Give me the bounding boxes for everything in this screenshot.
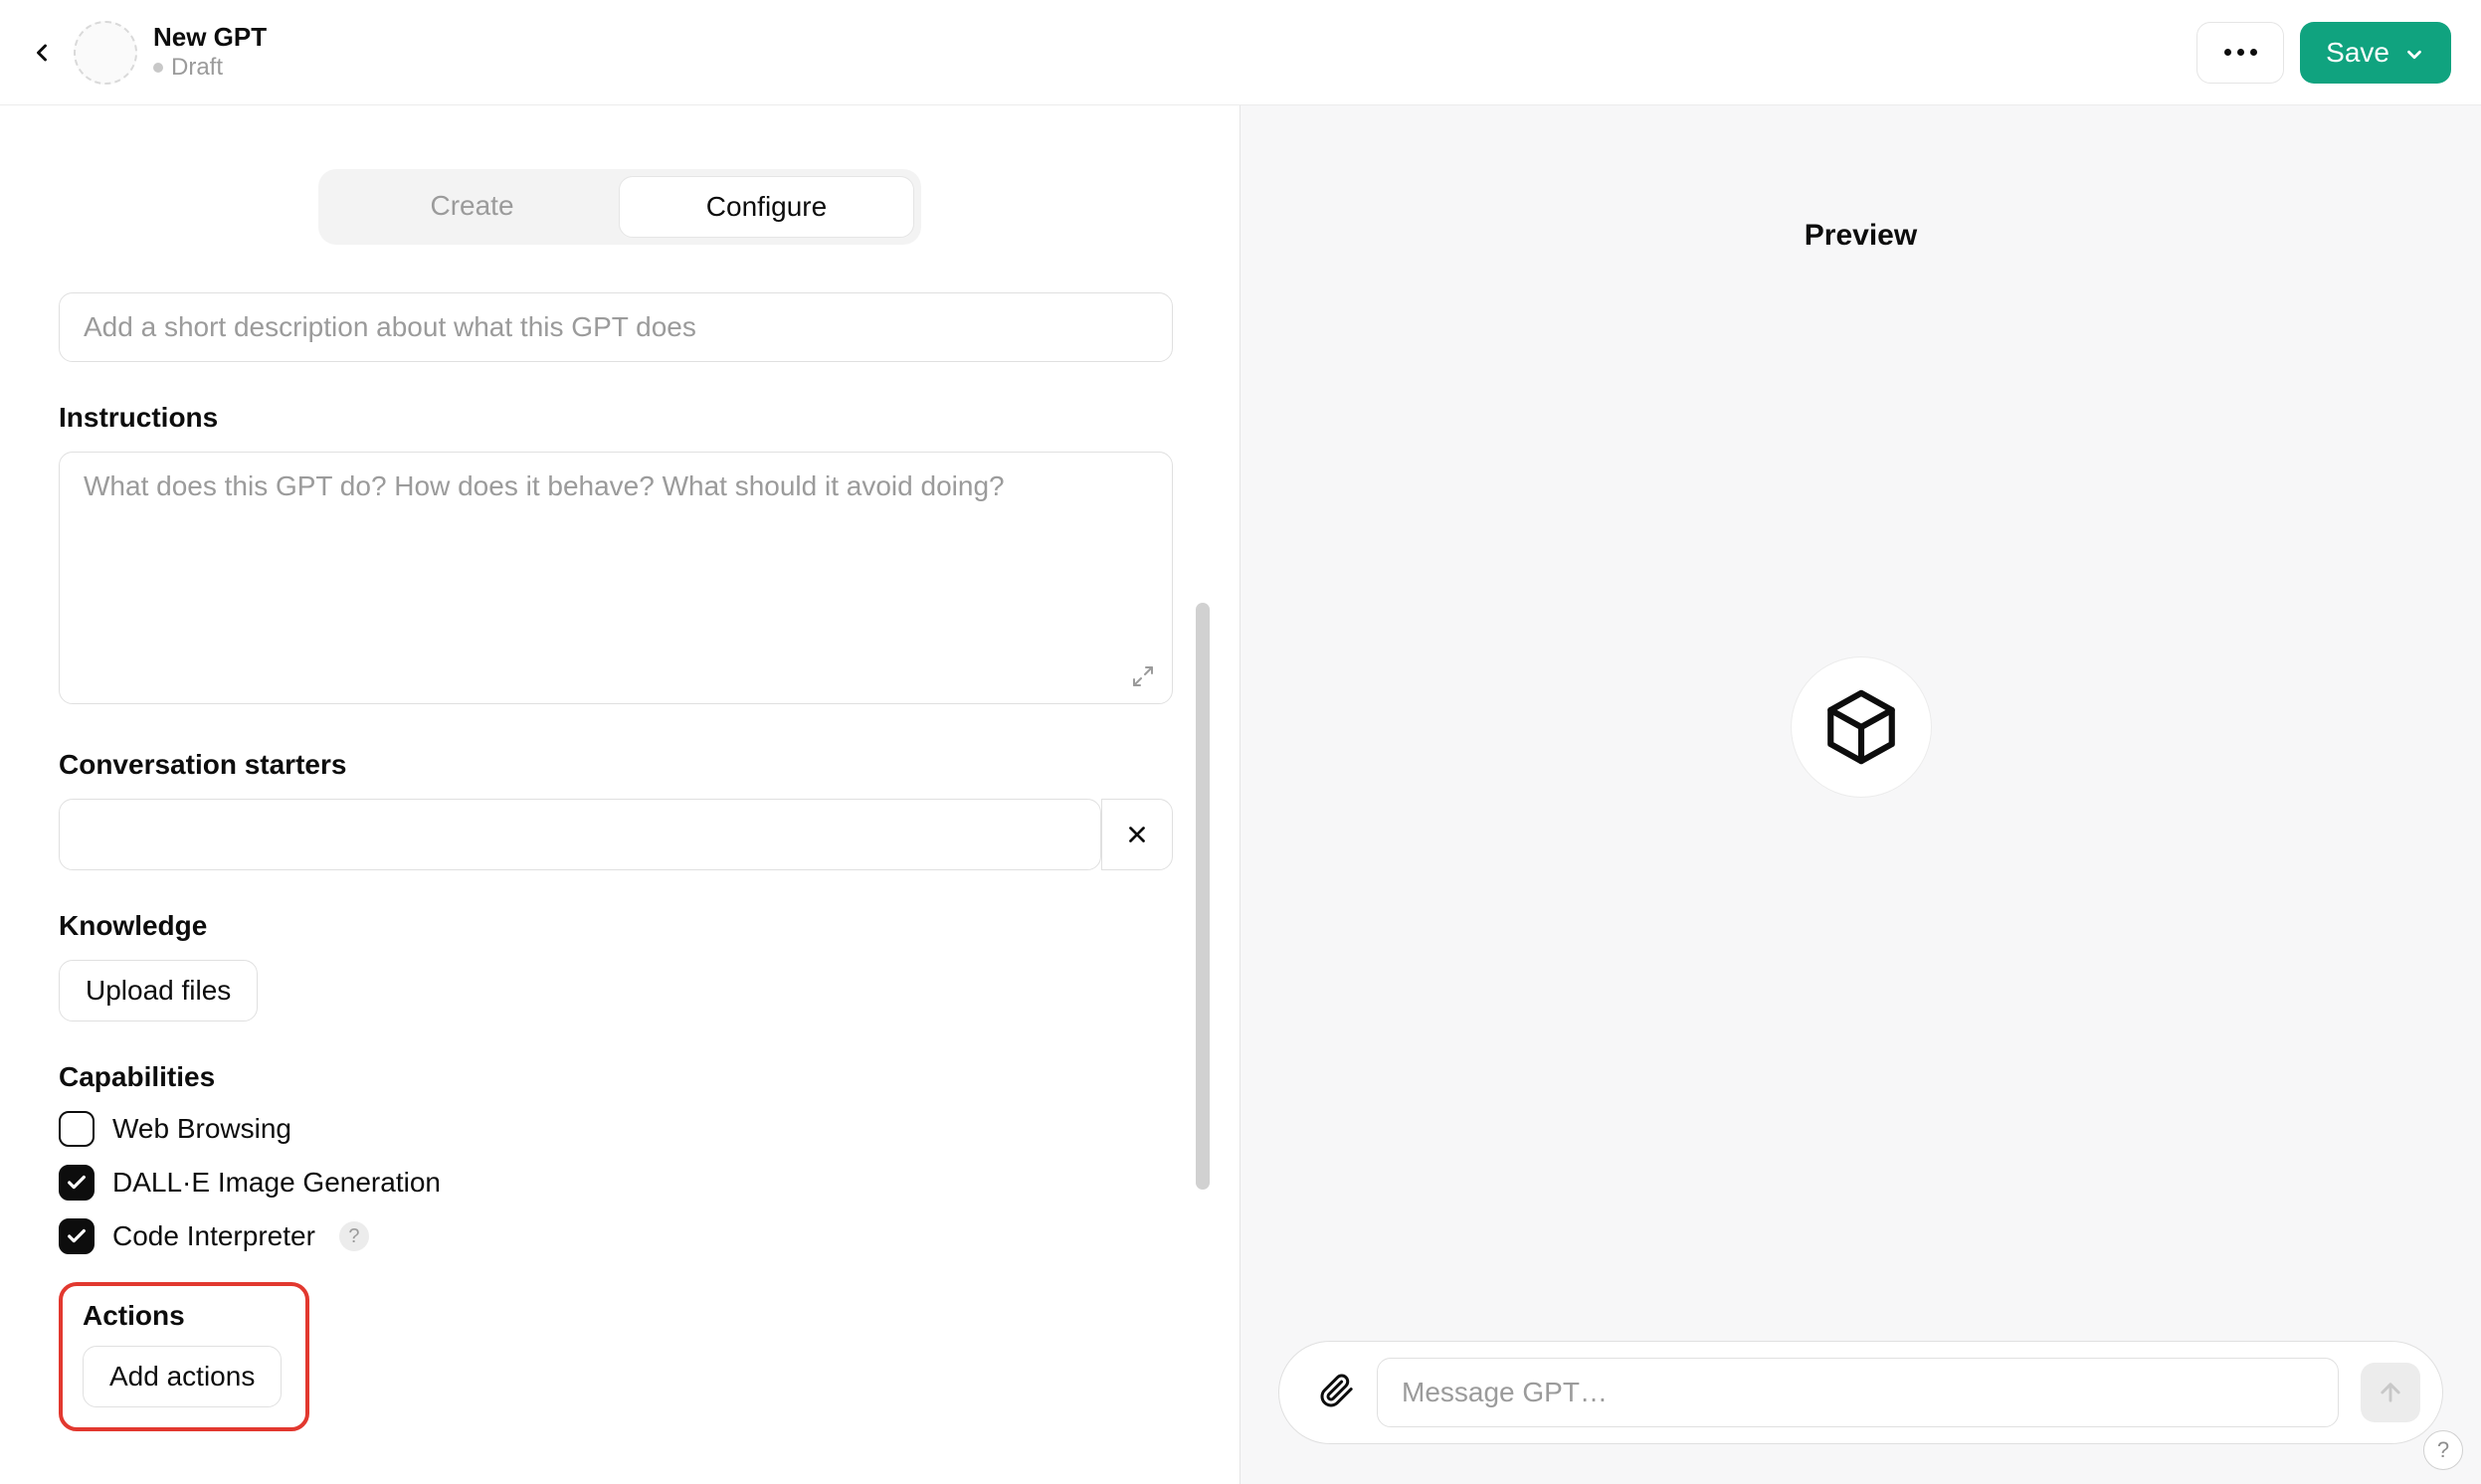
check-icon <box>66 1225 88 1247</box>
title-block: New GPT Draft <box>153 23 267 82</box>
preview-message-input[interactable] <box>1377 1358 2339 1427</box>
arrow-up-icon <box>2377 1379 2404 1406</box>
editor-header: New GPT Draft Save <box>0 0 2481 105</box>
conversation-starter-input[interactable] <box>59 799 1101 870</box>
capability-row-code-interpreter: Code Interpreter ? <box>59 1218 1173 1254</box>
description-input[interactable] <box>59 292 1173 362</box>
ellipsis-dot-icon <box>2224 49 2231 56</box>
capability-row-dalle: DALL·E Image Generation <box>59 1165 1173 1201</box>
tab-create[interactable]: Create <box>325 176 619 238</box>
configure-form: Instructions Conversation starters Knowl… <box>59 292 1181 1438</box>
gpt-default-avatar <box>1792 657 1931 797</box>
conversation-starter-row <box>59 799 1173 870</box>
preview-pane: Preview ? <box>1240 105 2481 1484</box>
expand-icon[interactable] <box>1131 664 1155 693</box>
attachment-icon[interactable] <box>1319 1373 1355 1413</box>
check-icon <box>66 1172 88 1194</box>
gpt-avatar-placeholder[interactable] <box>74 21 137 85</box>
ellipsis-dot-icon <box>2250 49 2257 56</box>
save-button[interactable]: Save <box>2300 22 2451 84</box>
editor-tabs: Create Configure <box>318 169 921 245</box>
gpt-status-row: Draft <box>153 54 267 82</box>
gpt-status-label: Draft <box>171 54 223 82</box>
capability-checkbox-web-browsing[interactable] <box>59 1111 95 1147</box>
instructions-textarea[interactable] <box>59 452 1173 704</box>
add-actions-button[interactable]: Add actions <box>83 1346 282 1407</box>
section-label-starters: Conversation starters <box>59 749 1173 781</box>
floating-help-button[interactable]: ? <box>2423 1430 2463 1470</box>
chevron-down-icon <box>2403 44 2425 66</box>
capability-checkbox-code-interpreter[interactable] <box>59 1218 95 1254</box>
section-label-capabilities: Capabilities <box>59 1061 1173 1093</box>
section-label-actions: Actions <box>83 1300 286 1332</box>
back-button[interactable] <box>22 33 62 73</box>
status-dot-icon <box>153 63 163 73</box>
section-label-knowledge: Knowledge <box>59 910 1173 942</box>
section-label-instructions: Instructions <box>59 402 1173 434</box>
preview-title: Preview <box>1240 219 2481 253</box>
actions-highlight-box: Actions Add actions <box>59 1282 309 1431</box>
upload-files-button[interactable]: Upload files <box>59 960 258 1021</box>
scrollbar[interactable] <box>1196 603 1210 1190</box>
capability-label: DALL·E Image Generation <box>112 1167 441 1199</box>
close-icon <box>1124 822 1150 847</box>
configure-pane: Create Configure Instructions Conversati… <box>0 105 1240 1484</box>
capability-label: Web Browsing <box>112 1113 291 1145</box>
save-button-label: Save <box>2326 37 2389 69</box>
capability-label: Code Interpreter <box>112 1220 315 1252</box>
chevron-left-icon <box>28 39 56 67</box>
capability-checkbox-dalle[interactable] <box>59 1165 95 1201</box>
gpt-title: New GPT <box>153 23 267 52</box>
preview-canvas <box>1240 253 2481 1341</box>
help-icon[interactable]: ? <box>339 1221 369 1251</box>
ellipsis-dot-icon <box>2237 49 2244 56</box>
capability-row-web-browsing: Web Browsing <box>59 1111 1173 1147</box>
tab-configure[interactable]: Configure <box>619 176 914 238</box>
more-options-button[interactable] <box>2196 22 2284 84</box>
cube-icon <box>1820 686 1902 768</box>
send-button[interactable] <box>2361 1363 2420 1422</box>
conversation-starter-remove-button[interactable] <box>1101 799 1173 870</box>
preview-message-bar <box>1278 1341 2443 1444</box>
